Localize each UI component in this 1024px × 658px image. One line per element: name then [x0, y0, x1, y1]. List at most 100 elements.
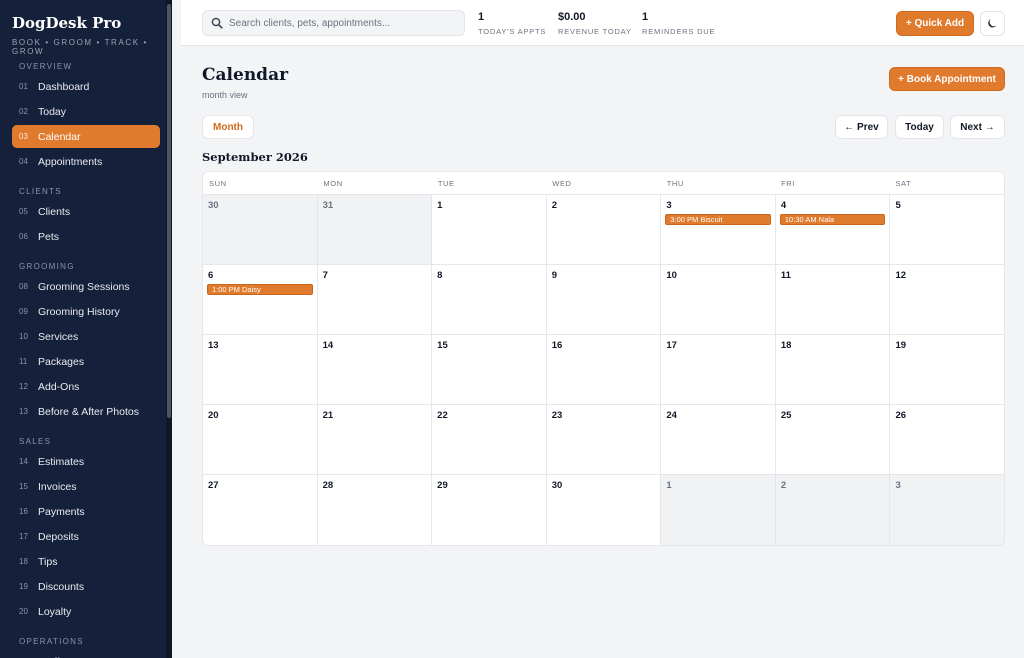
calendar-day-cell[interactable]: 9	[547, 265, 662, 334]
sidebar-item-number: 03	[19, 132, 28, 141]
stat-revenue-today: $0.00 REVENUE TODAY	[558, 11, 632, 36]
calendar-event[interactable]: 1:00 PM Daisy	[207, 284, 313, 295]
day-number: 15	[437, 340, 448, 351]
day-number: 11	[780, 270, 791, 281]
app-logo-text: DogDesk Pro	[12, 14, 122, 32]
calendar-day-cell[interactable]: 6 1:00 PM Daisy	[203, 265, 318, 334]
sidebar-item-number: 04	[19, 157, 28, 166]
calendar-day-cell[interactable]: 23	[547, 405, 662, 474]
sidebar-section-gap	[12, 625, 160, 629]
sidebar-item-pets[interactable]: 06 Pets	[12, 225, 160, 248]
theme-toggle-button[interactable]	[980, 11, 1005, 36]
day-of-week-label: SUN	[209, 179, 227, 188]
sidebar-item-number: 19	[19, 582, 28, 591]
sidebar-item-calendar[interactable]: 03 Calendar	[12, 125, 160, 148]
calendar-day-cell[interactable]: 10	[661, 265, 776, 334]
calendar-day-cell[interactable]: 14	[318, 335, 433, 404]
calendar-day-cell[interactable]: 7	[318, 265, 433, 334]
day-number: 20	[208, 410, 219, 421]
day-number: 18	[780, 340, 792, 351]
calendar-day-cell[interactable]: 2	[547, 195, 662, 264]
sidebar-item-staff[interactable]: 21Staff	[12, 650, 160, 658]
calendar-day-cell[interactable]: 5	[890, 195, 1004, 264]
today-button[interactable]: Today	[895, 115, 944, 139]
sidebar-item-today[interactable]: 02 Today	[12, 100, 160, 123]
calendar-day-cell[interactable]: 30	[547, 475, 662, 545]
sidebar-item-number: 13	[19, 407, 28, 416]
month-label: September 2026	[202, 150, 308, 164]
sidebar-item-packages[interactable]: 11 Packages	[12, 350, 160, 373]
calendar-day-cell[interactable]: 1	[432, 195, 547, 264]
calendar-day-cell[interactable]: 12	[890, 265, 1004, 334]
sidebar-item-deposits[interactable]: 17 Deposits	[12, 525, 160, 548]
sidebar-item-label: Clients	[38, 205, 71, 218]
book-appointment-button[interactable]: + Book Appointment	[889, 67, 1005, 91]
day-of-week-label: FRI	[781, 179, 795, 188]
next-month-button[interactable]: Next →	[950, 115, 1005, 139]
calendar-day-cell[interactable]: 11	[776, 265, 891, 334]
calendar-day-cell[interactable]: 28	[318, 475, 433, 545]
calendar-day-cell[interactable]: 22	[432, 405, 547, 474]
sidebar-item-invoices[interactable]: 15 Invoices	[12, 475, 160, 498]
day-number: 24	[666, 410, 677, 421]
day-number: 6	[208, 270, 214, 281]
sidebar-item-label: Deposits	[38, 530, 79, 543]
prev-month-button[interactable]: ← Prev	[835, 115, 888, 139]
sidebar-scrollbar[interactable]	[166, 0, 172, 658]
day-number: 12	[895, 270, 907, 281]
calendar-day-cell[interactable]: 17	[661, 335, 776, 404]
calendar-day-cell[interactable]: 3	[890, 475, 1004, 545]
sidebar-item-label: Packages	[38, 355, 85, 368]
search-input[interactable]	[229, 17, 449, 29]
calendar-week-row: 27 28 29 30 1 2 3	[203, 475, 1004, 545]
month-view-button[interactable]: Month	[202, 115, 254, 139]
calendar-day-cell[interactable]: 27	[203, 475, 318, 545]
calendar-event[interactable]: 10:30 AM Nala	[779, 214, 886, 225]
calendar-day-cell[interactable]: 1	[661, 475, 776, 545]
calendar-day-cell[interactable]: 13	[203, 335, 318, 404]
calendar-day-cell[interactable]: 29	[432, 475, 547, 545]
sidebar-item-label: Grooming History	[38, 305, 120, 318]
sidebar-item-add-ons[interactable]: 12 Add-Ons	[12, 375, 160, 398]
sidebar-item-payments[interactable]: 16 Payments	[12, 500, 160, 523]
sidebar-item-discounts[interactable]: 19 Discounts	[12, 575, 160, 598]
sidebar-scrollbar-thumb[interactable]	[167, 4, 171, 418]
sidebar-item-clients[interactable]: 05 Clients	[12, 200, 160, 223]
calendar-day-cell[interactable]: 21	[318, 405, 433, 474]
calendar-week-row: 30 31 1 2 3 3:00 PM Biscuit 4 10:30 AM Nala 5	[203, 195, 1004, 265]
sidebar-item-estimates[interactable]: 14 Estimates	[12, 450, 160, 473]
day-number: 30	[551, 480, 563, 491]
calendar-day-cell[interactable]: 8	[432, 265, 547, 334]
sidebar-item-loyalty[interactable]: 20 Loyalty	[12, 600, 160, 623]
calendar-event[interactable]: 3:00 PM Biscuit	[665, 214, 771, 225]
sidebar-item-number: 08	[19, 282, 28, 291]
sidebar-item-before-after-photos[interactable]: 13 Before & After Photos	[12, 400, 160, 423]
sidebar-item-dashboard[interactable]: 01 Dashboard	[12, 75, 160, 98]
sidebar-item-number: 15	[19, 482, 28, 491]
calendar-day-cell[interactable]: 25	[776, 405, 891, 474]
sidebar-item-appointments[interactable]: 04 Appointments	[12, 150, 160, 173]
calendar-day-cell[interactable]: 31	[317, 195, 433, 264]
stat-label: REVENUE TODAY	[558, 27, 632, 36]
calendar-day-cell[interactable]: 3 3:00 PM Biscuit	[661, 195, 776, 264]
calendar-day-cell[interactable]: 18	[776, 335, 891, 404]
sidebar-item-label: Before & After Photos	[38, 405, 139, 418]
calendar-day-cell[interactable]: 19	[890, 335, 1004, 404]
sidebar-item-grooming-sessions[interactable]: 08 Grooming Sessions	[12, 275, 160, 298]
day-number: 5	[895, 200, 901, 211]
search-box[interactable]	[202, 10, 465, 36]
calendar-day-cell[interactable]: 2	[775, 475, 891, 545]
calendar-day-cell[interactable]: 20	[203, 405, 318, 474]
calendar-day-cell[interactable]: 26	[890, 405, 1004, 474]
calendar-day-cell[interactable]: 15	[432, 335, 547, 404]
quick-add-button[interactable]: + Quick Add	[896, 11, 974, 36]
calendar-day-cell[interactable]: 24	[661, 405, 776, 474]
sidebar-item-tips[interactable]: 18 Tips	[12, 550, 160, 573]
calendar-day-cell[interactable]: 16	[547, 335, 662, 404]
sidebar-item-grooming-history[interactable]: 09 Grooming History	[12, 300, 160, 323]
sidebar-item-services[interactable]: 10 Services	[12, 325, 160, 348]
calendar-day-cell[interactable]: 4 10:30 AM Nala	[776, 195, 891, 264]
day-number: 19	[895, 340, 907, 351]
calendar-day-cell[interactable]: 30	[203, 195, 318, 264]
day-of-week-label: WED	[552, 179, 572, 188]
